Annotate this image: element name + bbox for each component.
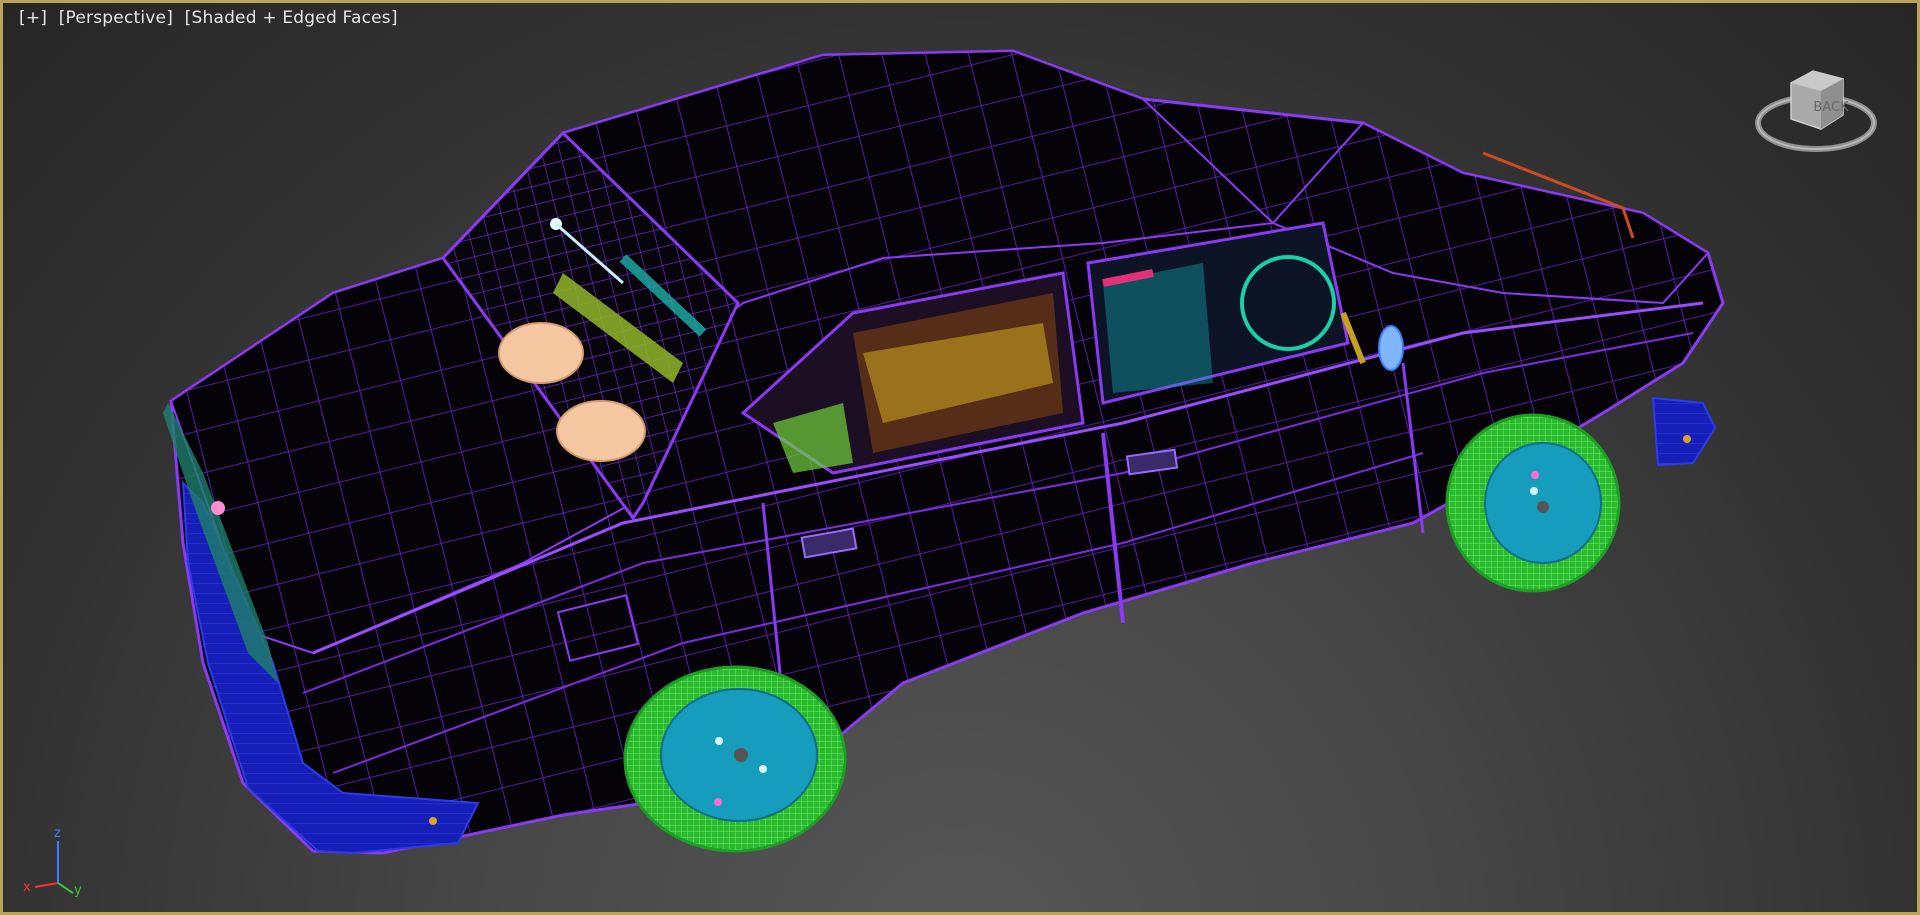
rear-wheel[interactable] — [623, 665, 847, 853]
axis-x-label: x — [23, 880, 31, 895]
perspective-viewport[interactable]: [+] [Perspective] [Shaded + Edged Faces]… — [0, 0, 1920, 915]
viewcube-icon[interactable]: BACK — [1751, 53, 1881, 163]
car-wireframe-model[interactable] — [3, 3, 1920, 915]
viewcube-face-label: BACK — [1813, 100, 1849, 115]
front-wheel[interactable] — [1445, 413, 1621, 593]
viewport-label-bar: [+] [Perspective] [Shaded + Edged Faces] — [19, 8, 404, 28]
axis-z-label: z — [54, 826, 61, 841]
view-type-label[interactable]: [Perspective] — [59, 8, 173, 28]
viewport-menu-button[interactable]: [+] — [19, 8, 47, 28]
axis-y-label: y — [74, 883, 82, 898]
shading-mode-label[interactable]: [Shaded + Edged Faces] — [185, 8, 398, 28]
axis-tripod-icon: z x y — [23, 826, 82, 898]
